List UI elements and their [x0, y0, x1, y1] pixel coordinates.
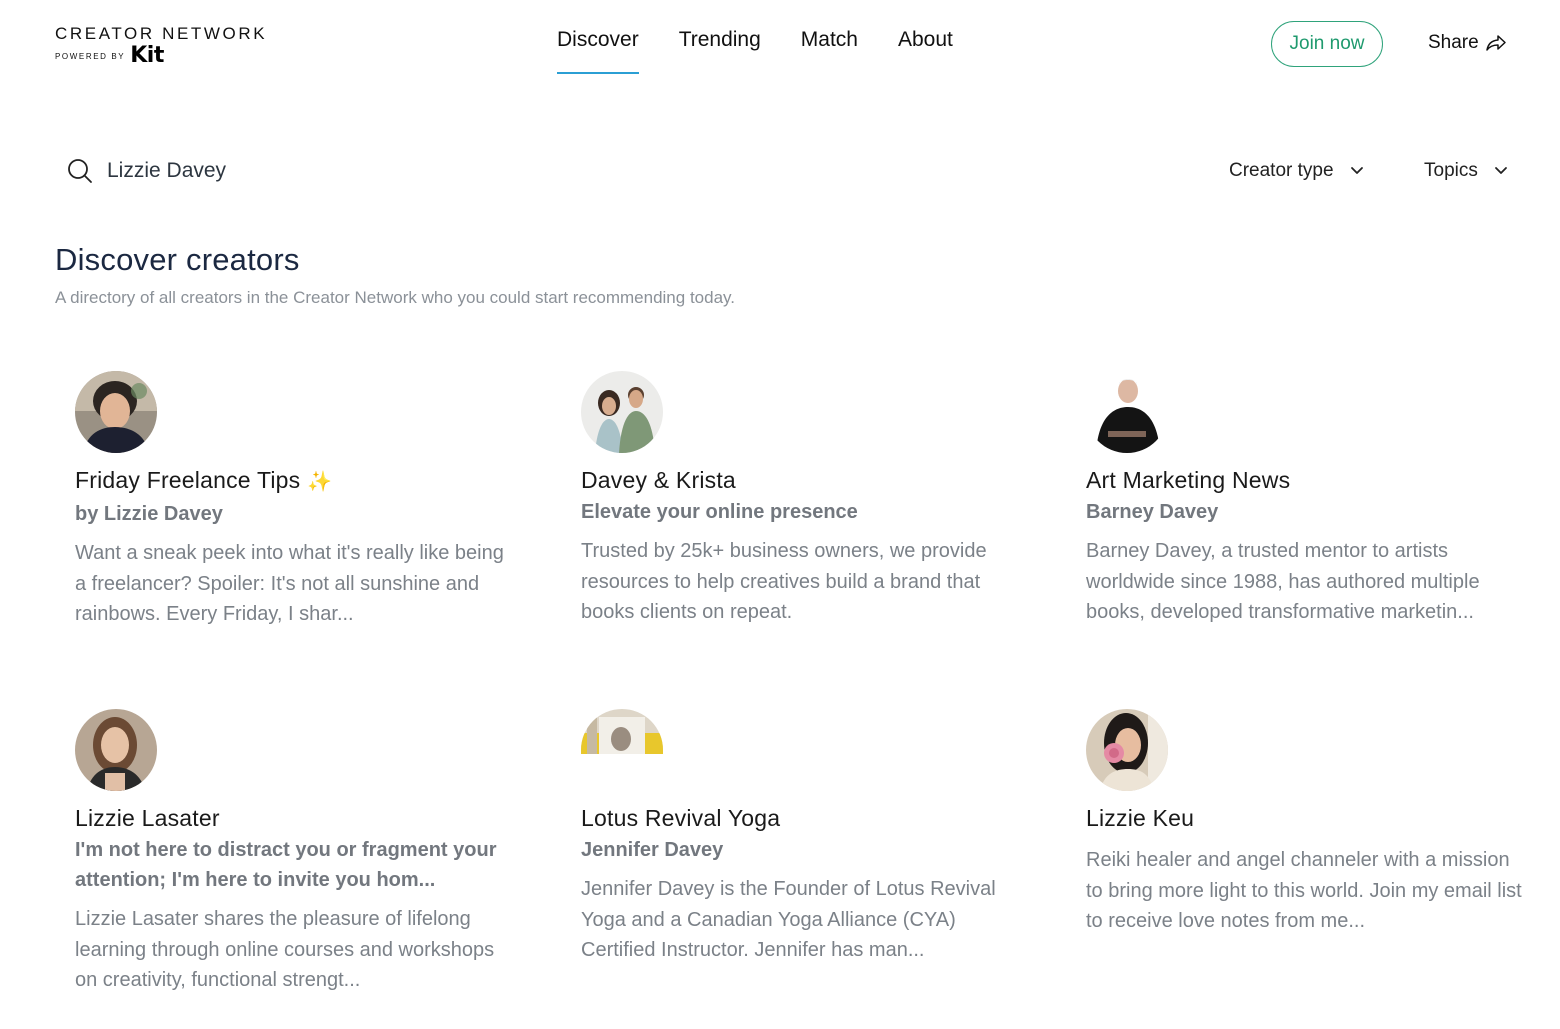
creator-type-dropdown[interactable]: Creator type	[1229, 160, 1364, 182]
chevron-down-icon	[1494, 167, 1507, 174]
creator-card[interactable]: Lotus Revival Yoga Jennifer Davey Jennif…	[581, 709, 1021, 966]
join-now-button[interactable]: Join now	[1271, 21, 1383, 67]
creator-description: Reiki healer and angel channeler with a …	[1086, 849, 1522, 932]
creator-name: Lizzie Keu	[1086, 805, 1195, 831]
avatar	[75, 371, 157, 453]
share-icon	[1485, 35, 1506, 51]
top-header: CREATOR NETWORK POWERED BY Kit Discover …	[0, 0, 1560, 90]
avatar	[581, 371, 663, 453]
kit-logo: Kit	[130, 43, 164, 68]
sparkle-icon: ✨	[306, 471, 333, 493]
logo-title: CREATOR NETWORK	[55, 24, 268, 43]
nav-match[interactable]: Match	[801, 28, 858, 74]
topics-label: Topics	[1424, 160, 1478, 181]
creator-description: Trusted by 25k+ business owners, we prov…	[581, 540, 987, 623]
page-title: Discover creators	[55, 242, 300, 277]
creator-card[interactable]: Lizzie Keu Reiki healer and angel channe…	[1086, 709, 1526, 937]
chevron-down-icon	[1350, 167, 1363, 174]
creator-byline: Elevate your online presence	[581, 501, 858, 523]
share-label: Share	[1428, 32, 1479, 53]
creator-name: Lizzie Lasater	[75, 805, 220, 831]
page-subtitle: A directory of all creators in the Creat…	[55, 288, 735, 307]
creator-name: Art Marketing News	[1086, 467, 1291, 493]
nav-discover[interactable]: Discover	[557, 28, 639, 74]
avatar	[75, 709, 157, 791]
creator-description: Lizzie Lasater shares the pleasure of li…	[75, 908, 495, 991]
search-bar	[67, 158, 507, 184]
creator-card[interactable]: Friday Freelance Tips ✨ by Lizzie Davey …	[75, 371, 515, 630]
creator-description: Want a sneak peek into what it's really …	[75, 542, 504, 625]
creator-name: Lotus Revival Yoga	[581, 805, 781, 831]
creator-byline: by Lizzie Davey	[75, 503, 223, 525]
nav-about[interactable]: About	[898, 28, 953, 74]
logo-subline: POWERED BY Kit	[55, 43, 267, 68]
creator-byline: Jennifer Davey	[581, 839, 724, 861]
creator-card[interactable]: Davey & Krista Elevate your online prese…	[581, 371, 1021, 628]
nav-trending[interactable]: Trending	[679, 28, 761, 74]
creator-card[interactable]: Art Marketing News Barney Davey Barney D…	[1086, 371, 1526, 628]
creator-network-logo[interactable]: CREATOR NETWORK POWERED BY Kit	[55, 24, 268, 68]
search-icon	[68, 159, 92, 183]
avatar	[1086, 709, 1168, 791]
creator-description: Jennifer Davey is the Founder of Lotus R…	[581, 878, 996, 961]
creator-card[interactable]: Lizzie Lasater I'm not here to distract …	[75, 709, 515, 996]
creator-byline: Barney Davey	[1086, 501, 1219, 523]
creator-type-label: Creator type	[1229, 160, 1334, 181]
main-nav: Discover Trending Match About	[557, 28, 993, 74]
avatar	[581, 709, 663, 754]
creator-byline: I'm not here to distract you or fragment…	[75, 839, 497, 891]
creator-name: Davey & Krista	[581, 467, 736, 493]
search-input[interactable]	[107, 159, 507, 183]
avatar	[1086, 371, 1168, 453]
creator-name: Friday Freelance Tips ✨	[75, 467, 333, 493]
share-button[interactable]: Share	[1428, 32, 1507, 54]
topics-dropdown[interactable]: Topics	[1424, 160, 1508, 182]
logo-powered-by: POWERED BY	[55, 51, 126, 61]
creator-description: Barney Davey, a trusted mentor to artist…	[1086, 540, 1480, 623]
